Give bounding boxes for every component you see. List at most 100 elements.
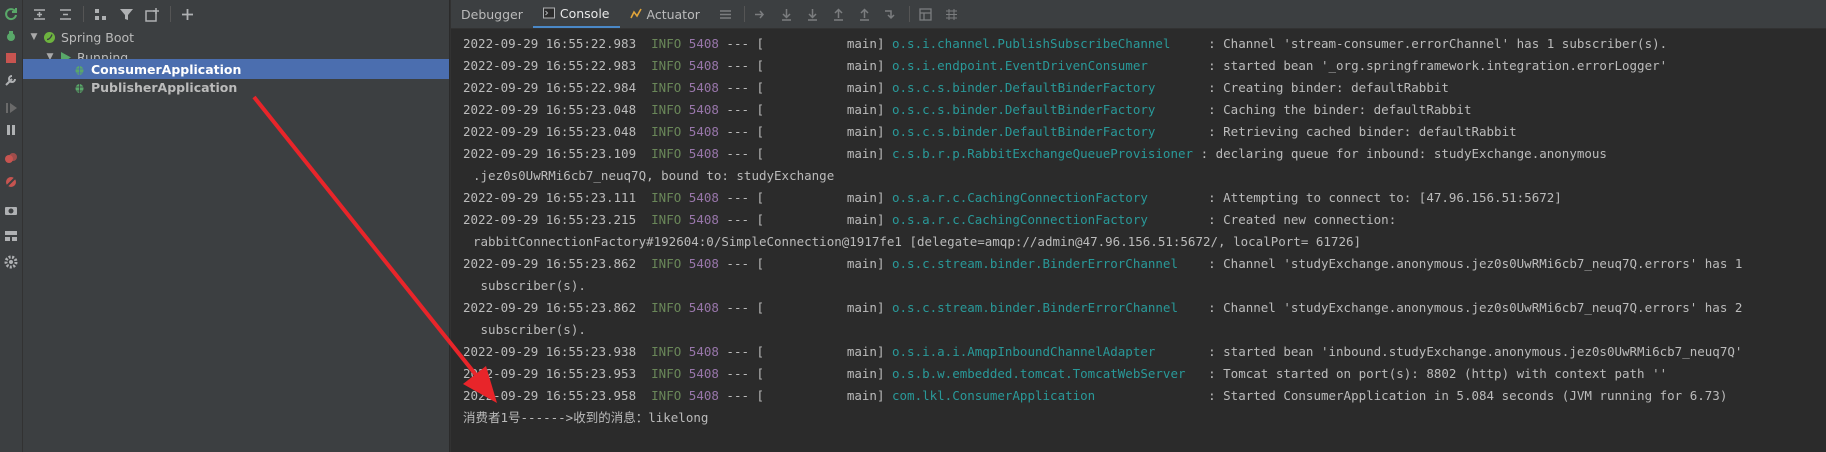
- step-over-icon[interactable]: [777, 4, 797, 24]
- add-service-icon[interactable]: [177, 4, 197, 24]
- log-pid: 5408: [688, 388, 719, 403]
- log-logger: o.s.a.r.c.CachingConnectionFactory: [892, 190, 1201, 205]
- console-tab-bar: Debugger Console Actuator: [451, 0, 1826, 29]
- console-output[interactable]: 2022-09-29 16:55:22.983 INFO 5408 --- [ …: [463, 33, 1823, 429]
- log-logger: o.s.c.s.binder.DefaultBinderFactory: [892, 80, 1201, 95]
- menu-icon[interactable]: [716, 4, 736, 24]
- group-by-icon[interactable]: [90, 4, 110, 24]
- step-into-icon[interactable]: [803, 4, 823, 24]
- log-message: : started bean 'inbound.studyExchange.an…: [1200, 344, 1743, 359]
- evaluate-expression-icon[interactable]: [916, 4, 936, 24]
- log-level: INFO: [651, 344, 682, 359]
- log-timestamp: 2022-09-29 16:55:23.938: [463, 344, 637, 359]
- log-thread: --- [ main]: [718, 344, 892, 359]
- new-tab-icon[interactable]: [142, 4, 162, 24]
- log-thread: --- [ main]: [718, 212, 892, 227]
- log-timestamp: 2022-09-29 16:55:23.048: [463, 102, 637, 117]
- wrench-icon[interactable]: [3, 72, 19, 88]
- show-execution-point-icon[interactable]: [751, 4, 771, 24]
- log-logger: o.s.i.channel.PublishSubscribeChannel: [892, 36, 1201, 51]
- log-message: : Created new connection:: [1200, 212, 1397, 227]
- log-logger: o.s.a.r.c.CachingConnectionFactory: [892, 212, 1201, 227]
- view-breakpoints-icon[interactable]: [3, 150, 19, 166]
- toolbar-divider: [743, 6, 745, 22]
- log-logger: com.lkl.ConsumerApplication: [892, 388, 1201, 403]
- mute-breakpoints-icon[interactable]: [3, 174, 19, 190]
- log-timestamp: 2022-09-29 16:55:23.862: [463, 300, 637, 315]
- layout-icon[interactable]: [3, 228, 19, 244]
- log-message: : Channel 'studyExchange.anonymous.jez0s…: [1200, 256, 1743, 271]
- log-line: 2022-09-29 16:55:22.983 INFO 5408 --- [ …: [463, 33, 1823, 55]
- log-message: : Channel 'stream-consumer.errorChannel'…: [1200, 36, 1668, 51]
- tab-console[interactable]: Console: [532, 0, 620, 28]
- log-thread: --- [ main]: [718, 102, 892, 117]
- log-timestamp: 2022-09-29 16:55:22.984: [463, 80, 637, 95]
- log-level: INFO: [651, 366, 682, 381]
- log-line: 2022-09-29 16:55:23.111 INFO 5408 --- [ …: [463, 187, 1823, 209]
- toolbar-divider: [170, 6, 171, 22]
- drop-frame-icon[interactable]: [855, 4, 875, 24]
- camera-icon[interactable]: [3, 202, 19, 218]
- log-pid: 5408: [688, 366, 719, 381]
- log-timestamp: 2022-09-29 16:55:22.983: [463, 36, 637, 51]
- tree-node-publisher-application[interactable]: PublisherApplication: [23, 77, 449, 97]
- log-thread: --- [ main]: [718, 36, 892, 51]
- log-pid: 5408: [688, 190, 719, 205]
- log-pid: 5408: [688, 300, 719, 315]
- log-line: 2022-09-29 16:55:23.953 INFO 5408 --- [ …: [463, 363, 1823, 385]
- run-console-panel: Debugger Console Actuator 2022-09-29 16:…: [450, 0, 1826, 452]
- log-line: 2022-09-29 16:55:23.862 INFO 5408 --- [ …: [463, 253, 1823, 275]
- log-timestamp: 2022-09-29 16:55:23.862: [463, 256, 637, 271]
- stop-icon[interactable]: [3, 50, 19, 66]
- log-line: .jez0s0UwRMi6cb7_neuq7Q, bound to: study…: [463, 165, 1823, 187]
- toolbar-divider: [83, 6, 84, 22]
- log-continuation: rabbitConnectionFactory#192604:0/SimpleC…: [473, 234, 1362, 249]
- log-timestamp: 2022-09-29 16:55:23.215: [463, 212, 637, 227]
- log-message: : Retrieving cached binder: defaultRabbi…: [1200, 124, 1517, 139]
- log-pid: 5408: [688, 344, 719, 359]
- step-out-icon[interactable]: [829, 4, 849, 24]
- log-pid: 5408: [688, 256, 719, 271]
- console-icon: [542, 7, 555, 19]
- log-pid: 5408: [688, 102, 719, 117]
- log-message: : Attempting to connect to: [47.96.156.5…: [1200, 190, 1562, 205]
- log-thread: --- [ main]: [718, 124, 892, 139]
- log-line: 2022-09-29 16:55:23.048 INFO 5408 --- [ …: [463, 121, 1823, 143]
- tree-node-consumer-application[interactable]: ConsumerApplication: [23, 59, 449, 79]
- log-thread: --- [ main]: [718, 256, 892, 271]
- spring-boot-icon: [41, 29, 57, 45]
- log-continuation: subscriber(s).: [473, 278, 586, 293]
- gear-icon[interactable]: [3, 254, 19, 270]
- expand-all-icon[interactable]: [29, 4, 49, 24]
- collapse-all-icon[interactable]: [55, 4, 75, 24]
- run-to-cursor-icon[interactable]: [881, 4, 901, 24]
- services-vertical-toolbar: [0, 0, 23, 452]
- log-message: : declaring queue for inbound: studyExch…: [1200, 146, 1607, 161]
- log-line: 2022-09-29 16:55:23.958 INFO 5408 --- [ …: [463, 385, 1823, 407]
- chevron-down-icon[interactable]: ▼: [27, 32, 41, 42]
- tree-node-spring-boot[interactable]: ▼ Spring Boot: [23, 27, 449, 47]
- trace-stream-icon[interactable]: [942, 4, 962, 24]
- debug-run-icon[interactable]: [3, 28, 19, 44]
- tree-node-label: Spring Boot: [61, 29, 135, 45]
- log-message: : Creating binder: defaultRabbit: [1200, 80, 1449, 95]
- log-pid: 5408: [688, 212, 719, 227]
- log-line: 2022-09-29 16:55:23.215 INFO 5408 --- [ …: [463, 209, 1823, 231]
- log-timestamp: 2022-09-29 16:55:22.983: [463, 58, 637, 73]
- refresh-icon[interactable]: [3, 6, 19, 22]
- log-line: 2022-09-29 16:55:23.048 INFO 5408 --- [ …: [463, 99, 1823, 121]
- log-level: INFO: [651, 80, 682, 95]
- pause-icon[interactable]: [3, 122, 19, 138]
- tab-debugger[interactable]: Debugger: [451, 0, 533, 28]
- filter-icon[interactable]: [116, 4, 136, 24]
- log-pid: 5408: [688, 146, 719, 161]
- log-line: 消费者1号------>收到的消息：likelong: [463, 407, 1823, 429]
- log-line: subscriber(s).: [463, 319, 1823, 341]
- resume-icon[interactable]: [3, 100, 19, 116]
- log-logger: o.s.i.a.i.AmqpInboundChannelAdapter: [892, 344, 1201, 359]
- log-thread: --- [ main]: [718, 388, 892, 403]
- log-pid: 5408: [688, 80, 719, 95]
- log-message: : started bean '_org.springframework.int…: [1200, 58, 1668, 73]
- log-thread: --- [ main]: [718, 300, 892, 315]
- tab-actuator[interactable]: Actuator: [620, 0, 710, 28]
